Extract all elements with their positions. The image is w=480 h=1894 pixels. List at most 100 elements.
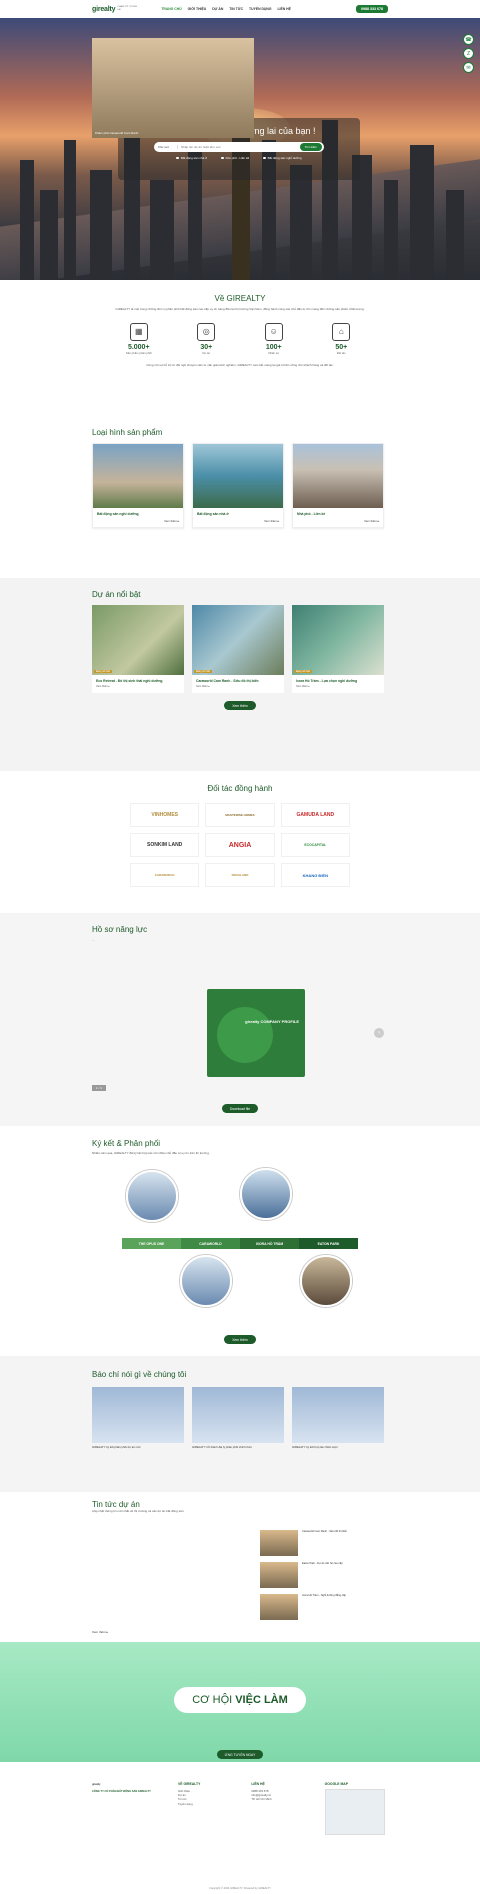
partners-title: Đối tác đồng hành [207,784,273,793]
news-more-link[interactable]: Xem thêm ▸ [92,1630,108,1634]
partner-logo[interactable]: GAMUDA LAND [280,803,350,827]
status-badge: Đang mở bán [94,670,113,673]
press-image [92,1387,184,1443]
people-icon: ☺ [264,323,283,341]
bar-item[interactable]: EATON PARK [299,1238,358,1249]
news-title: Tin tức dự án [92,1500,140,1509]
more-link[interactable]: Xem thêm ▸ [97,519,179,523]
next-arrow-icon[interactable]: › [374,1028,384,1038]
nav-home[interactable]: TRANG CHỦ [161,7,181,11]
nav-contact[interactable]: LIÊN HỆ [277,7,290,11]
option-resort[interactable]: Bất động sản nghỉ dưỡng [263,156,302,160]
page-counter: 1 / 4 [92,1085,106,1091]
more-link[interactable]: Xem thêm ▸ [196,685,280,689]
type-card[interactable]: Bất động sản nghỉ dưỡng Xem thêm ▸ [92,443,184,528]
more-link[interactable]: Xem thêm ▸ [297,519,379,523]
project-card[interactable]: Đang mở bán Eco Retreat - Đô thị sinh th… [92,605,184,693]
floating-contacts: ☎ Z ✉ [463,34,474,73]
bar-item[interactable]: CARAWORLD [181,1238,240,1249]
profile-title: Hồ sơ năng lực [92,925,148,934]
copyright: Copyright © 2024 GIREALTY. Powered by GI… [209,1887,271,1890]
stat-label: Nhân sự [268,351,280,355]
news-main-image[interactable]: Khám phá Caraworld Cam Ranh [92,38,254,138]
press-card[interactable]: GIREALTY ký kết phân phối dự án mới [92,1387,184,1450]
product-types-section: Loại hình sản phẩm Bất động sản nghỉ dưỡ… [0,420,480,575]
project-title: Caraworld Cam Ranh - Siêu đô thị biển [196,679,259,683]
project-card[interactable]: Đang mở bán Ixora Hồ Tràm - Lựa chọn ngh… [292,605,384,693]
bar-item[interactable]: THE OPUS ONE [122,1238,181,1249]
map-title: GOOGLE MAP [324,1782,349,1786]
footer-text: TP. Hồ Chí Minh [251,1797,272,1802]
project-card[interactable]: Đang mở bán Caraworld Cam Ranh - Siêu đô… [192,605,284,693]
more-link[interactable]: Xem thêm ▸ [96,685,180,689]
stat-label: Dự án [202,351,211,355]
option-townhouse[interactable]: Khu phố - Liền kề [221,156,250,160]
footer-logo[interactable]: girealty [92,1782,168,1786]
partner-logo[interactable]: VINHOMES [130,803,200,827]
bar-item[interactable]: IXORA HỒ TRÀM [240,1238,299,1249]
stat-staff: ☺ 100+ Nhân sự [244,323,304,355]
projects-more-button[interactable]: Xem thêm [224,701,256,710]
footer-col-about: VỀ GIREALTY Giới thiệu Dự án Tin tức Tuy… [178,1782,241,1835]
profile-desc: ... [92,938,95,942]
nav-about[interactable]: GIỚI THIỆU [188,7,207,11]
type-card[interactable]: Bất động sản nhà ở Xem thêm ▸ [192,443,284,528]
news-item[interactable]: Ixora Hồ Tràm - Nghỉ dưỡng đẳng cấp [260,1594,388,1620]
search-input[interactable] [178,145,300,149]
status-badge: Đang mở bán [194,670,213,673]
phone-button[interactable]: 0988 333 678 [356,5,388,13]
logo[interactable]: girealty [92,6,116,13]
more-link[interactable]: Xem thêm ▸ [296,685,380,689]
partner-logo[interactable]: ANGIA [205,833,275,857]
book-title: girealty COMPANY PROFILE [245,1019,299,1024]
zalo-icon[interactable]: Z [463,48,474,59]
news-thumb [260,1594,298,1620]
stat-number: 100+ [265,344,282,351]
signing-more-button[interactable]: Xem thêm [224,1335,256,1344]
press-headline: GIREALTY ký kết hợp tác chiến lược [292,1445,338,1449]
signing-photo [300,1255,352,1307]
partner-logo[interactable]: MASTERISE HOMES [205,803,275,827]
nav-news[interactable]: TIN TỨC [229,7,243,11]
globe-graphic [217,1007,273,1063]
search-button[interactable]: Tìm kiếm [299,143,322,151]
company-name: CÔNG TY CỔ PHẦN BẤT ĐỘNG SẢN GIREALTY [92,1790,151,1794]
news-thumb [260,1530,298,1556]
nav-projects[interactable]: DỰ ÁN [212,7,223,11]
press-image [292,1387,384,1443]
google-map[interactable] [324,1789,385,1835]
press-card[interactable]: GIREALTY ký kết hợp tác chiến lược [292,1387,384,1450]
news-headline: Eaton Park - Dự án căn hộ cao cấp [302,1562,343,1565]
footer-link[interactable]: Tuyển dụng [178,1802,241,1806]
press-card[interactable]: GIREALTY trở thành đại lý phân phối chín… [192,1387,284,1450]
more-link[interactable]: Xem thêm ▸ [197,519,279,523]
card-title: Nhà phố - Liền kề [297,512,326,516]
project-image: Đang mở bán [292,605,384,675]
stat-number: 30+ [200,344,213,351]
projects-title: Dự án nổi bật [92,590,141,599]
news-item[interactable]: Caraworld Cam Ranh - Siêu đô thị biển [260,1530,388,1556]
footer-col-contact: LIÊN HỆ 0988 333 678 info@girealty.vn TP… [251,1782,314,1835]
partner-logo[interactable]: KHANG ĐIỀN [280,863,350,887]
partner-logo[interactable]: NOVALAND [205,863,275,887]
signing-photo [180,1255,232,1307]
partner-logo[interactable]: SONKIM LAND [130,833,200,857]
messenger-icon[interactable]: ✉ [463,62,474,73]
news-item[interactable]: Eaton Park - Dự án căn hộ cao cấp [260,1562,388,1588]
option-residential[interactable]: Bất động sản nhà ở [176,156,207,160]
profile-book-cover[interactable]: girealty COMPANY PROFILE [207,989,305,1077]
apply-button[interactable]: ỨNG TUYỂN NGAY [216,1750,264,1759]
careers-main: VIỆC LÀM [235,1694,288,1706]
partner-logo[interactable]: ECOCAPITAL [280,833,350,857]
main-nav: TRANG CHỦ GIỚI THIỆU DỰ ÁN TIN TỨC TUYỂN… [161,7,291,11]
download-button[interactable]: Download file [221,1104,259,1113]
footer-col-title: VỀ GIREALTY [178,1782,201,1786]
signing-desc: Nhiều năm qua, GIREALTY đã ký kết hợp tá… [92,1151,210,1155]
project-image: Đang mở bán [192,605,284,675]
stat-number: 50+ [335,344,348,351]
type-card[interactable]: Nhà phố - Liền kề Xem thêm ▸ [292,443,384,528]
partner-logo[interactable]: CARAWORLD [130,863,200,887]
nav-careers[interactable]: TUYỂN DỤNG [249,7,271,11]
location-select[interactable]: Khu vực [158,145,178,149]
phone-icon[interactable]: ☎ [463,34,474,45]
